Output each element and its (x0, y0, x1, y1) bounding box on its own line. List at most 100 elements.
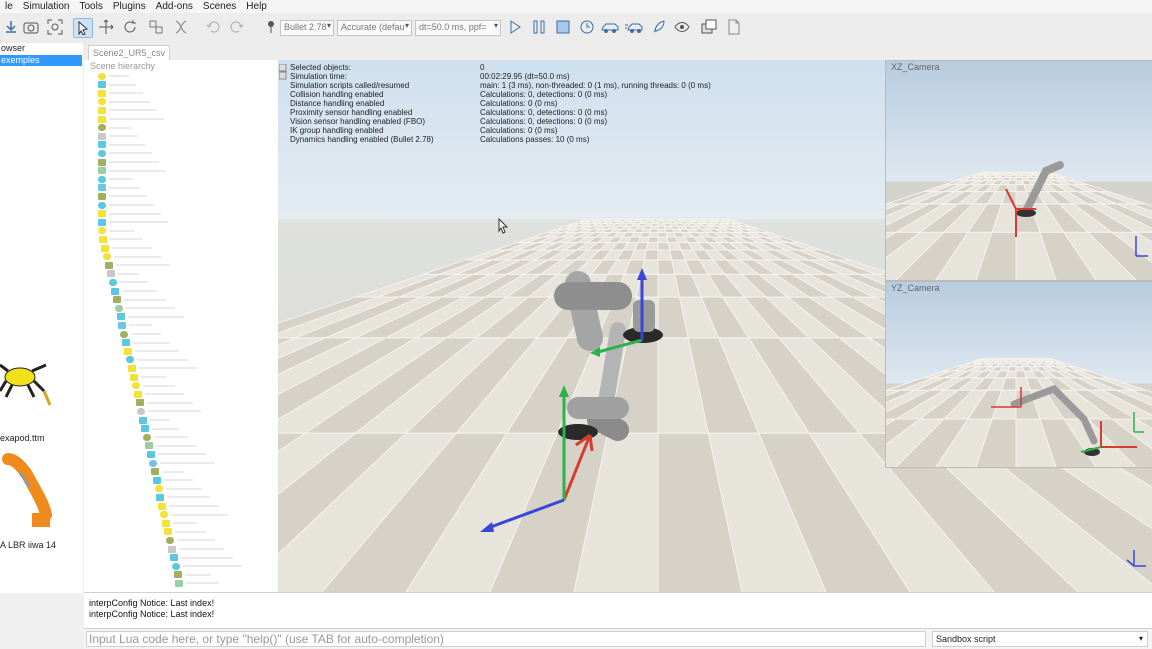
move-icon[interactable] (97, 18, 115, 36)
menu-tools[interactable]: Tools (75, 1, 108, 12)
hierarchy-item[interactable] (130, 373, 166, 381)
menu-addons[interactable]: Add-ons (151, 1, 198, 12)
stop-icon[interactable] (554, 18, 572, 36)
script-select[interactable]: Sandbox script ▾ (932, 631, 1148, 647)
hierarchy-item[interactable] (98, 158, 159, 166)
hierarchy-item[interactable] (175, 579, 219, 587)
hierarchy-item[interactable] (137, 407, 201, 415)
scene-viewport[interactable]: Selected objects: 0 Simulation time: 00:02:… (278, 60, 1152, 592)
hierarchy-item[interactable] (139, 416, 170, 424)
hierarchy-item[interactable] (136, 399, 193, 407)
lua-command-input[interactable]: Input Lua code here, or type "help()" (u… (86, 631, 926, 647)
play-icon[interactable] (506, 18, 524, 36)
physics-engine-select[interactable]: Bullet 2.78 ▾ (280, 20, 334, 36)
hierarchy-item[interactable] (111, 287, 157, 295)
camera-icon[interactable] (22, 18, 40, 36)
hierarchy-item[interactable] (98, 141, 145, 149)
hierarchy-item[interactable] (105, 261, 170, 269)
hierarchy-item[interactable] (166, 536, 215, 544)
hierarchy-item[interactable] (98, 175, 133, 183)
hierarchy-item[interactable] (170, 554, 233, 562)
hierarchy-item[interactable] (109, 278, 148, 286)
hierarchy-item[interactable] (156, 493, 210, 501)
hierarchy-item[interactable] (122, 339, 170, 347)
fit-view-icon[interactable] (46, 18, 64, 36)
menu-simulation[interactable]: Simulation (18, 1, 75, 12)
pin-icon[interactable] (262, 18, 280, 36)
import-icon[interactable] (2, 18, 20, 36)
undo-icon[interactable] (204, 18, 222, 36)
hierarchy-item[interactable] (132, 382, 175, 390)
transfer-dna-icon[interactable] (172, 18, 190, 36)
hierarchy-item[interactable] (98, 132, 138, 140)
hierarchy-item[interactable] (98, 227, 135, 235)
hierarchy-item[interactable] (145, 442, 197, 450)
menu-help[interactable]: Help (241, 1, 272, 12)
hierarchy-item[interactable] (115, 304, 175, 312)
hierarchy-item[interactable] (143, 433, 188, 441)
hierarchy-item[interactable] (117, 313, 184, 321)
hierarchy-item[interactable] (147, 450, 206, 458)
rocket-icon[interactable] (650, 18, 668, 36)
hierarchy-item[interactable] (98, 106, 157, 114)
menu-plugins[interactable]: Plugins (108, 1, 151, 12)
hierarchy-item[interactable] (151, 468, 184, 476)
hierarchy-item[interactable] (107, 270, 139, 278)
hierarchy-item[interactable] (162, 519, 197, 527)
assemble-icon[interactable] (147, 18, 165, 36)
yz-camera-view[interactable]: YZ_Camera (885, 281, 1152, 468)
hierarchy-item[interactable] (153, 476, 193, 484)
eye-icon[interactable] (673, 18, 691, 36)
hierarchy-item[interactable] (118, 321, 152, 329)
hierarchy-item[interactable] (164, 528, 206, 536)
redo-icon[interactable] (228, 18, 246, 36)
hierarchy-item[interactable] (168, 545, 224, 553)
hierarchy-item[interactable] (98, 201, 154, 209)
hierarchy-item[interactable] (98, 89, 143, 97)
hierarchy-item[interactable] (120, 330, 161, 338)
hierarchy-item[interactable] (99, 235, 143, 243)
hierarchy-item[interactable] (98, 149, 152, 157)
car-icon[interactable] (601, 18, 619, 36)
hierarchy-item[interactable] (98, 98, 150, 106)
hierarchy-item[interactable] (149, 459, 215, 467)
hierarchy-item[interactable] (98, 210, 161, 218)
hierarchy-item[interactable] (124, 347, 179, 355)
hierarchy-item[interactable] (98, 81, 136, 89)
browser-item-examples[interactable]: exemples (0, 55, 82, 66)
accuracy-select[interactable]: Accurate (defau ▾ (337, 20, 412, 36)
kuka-thumbnail[interactable] (0, 451, 60, 535)
hierarchy-item[interactable] (98, 72, 129, 80)
rotate-icon[interactable] (121, 18, 139, 36)
hierarchy-item[interactable] (98, 218, 168, 226)
hierarchy-item[interactable] (158, 502, 219, 510)
car-fast-icon[interactable] (625, 18, 643, 36)
pause-icon[interactable] (530, 18, 548, 36)
hierarchy-item[interactable] (128, 364, 197, 372)
hierarchy-item[interactable] (98, 115, 164, 123)
info-toggle-icon[interactable] (279, 64, 287, 80)
hierarchy-item[interactable] (172, 562, 242, 570)
tab-scene2-ur5[interactable]: Scene2_UR5_csv (88, 45, 170, 61)
hierarchy-item[interactable] (174, 571, 211, 579)
hierarchy-item[interactable] (101, 244, 152, 252)
layers-icon[interactable] (700, 18, 718, 36)
hierarchy-item[interactable] (155, 485, 202, 493)
select-icon[interactable] (73, 18, 93, 38)
hierarchy-item[interactable] (160, 511, 228, 519)
realtime-icon[interactable] (578, 18, 596, 36)
hexapod-thumbnail[interactable] (0, 353, 60, 429)
hierarchy-item[interactable] (98, 167, 166, 175)
hierarchy-item[interactable] (98, 124, 131, 132)
menu-scenes[interactable]: Scenes (198, 1, 241, 12)
hierarchy-item[interactable] (98, 184, 140, 192)
page-icon[interactable] (725, 18, 743, 36)
hierarchy-item[interactable] (113, 296, 166, 304)
hierarchy-item[interactable] (141, 425, 179, 433)
hierarchy-item[interactable] (103, 253, 161, 261)
xz-camera-view[interactable]: XZ_Camera (885, 60, 1152, 281)
hierarchy-item[interactable] (134, 390, 184, 398)
hierarchy-item[interactable] (98, 192, 147, 200)
menu-file[interactable]: le (0, 1, 18, 12)
hierarchy-item[interactable] (126, 356, 188, 364)
